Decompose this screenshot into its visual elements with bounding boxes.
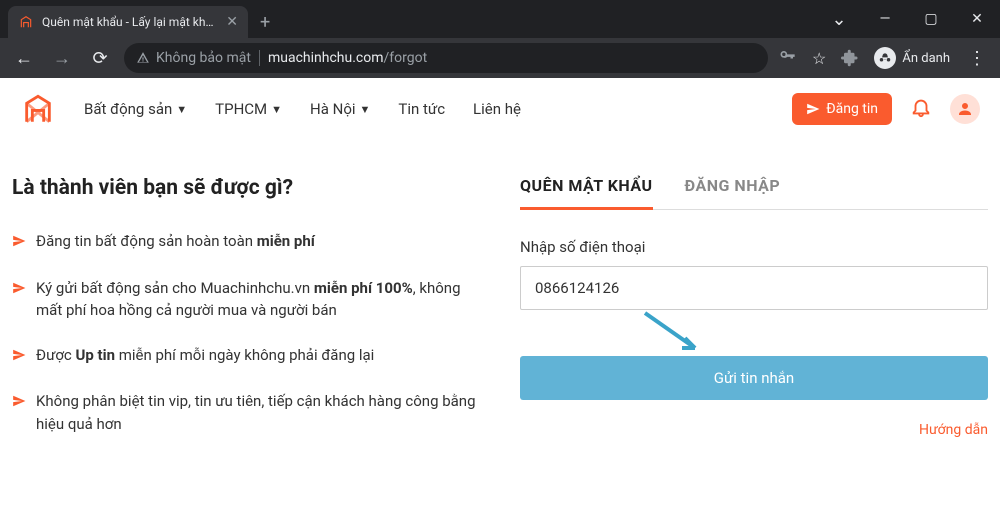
benefit-item: Ký gửi bất động sản cho Muachinhchu.vn m…	[12, 277, 480, 322]
benefits-heading: Là thành viên bạn sẽ được gì?	[12, 176, 480, 200]
omnibox-divider	[259, 50, 260, 66]
paper-plane-icon	[12, 279, 26, 322]
security-label: Không bảo mật	[156, 50, 251, 66]
url-host: muachinhchu.com	[268, 50, 384, 66]
tab-forgot-password[interactable]: QUÊN MẬT KHẨU	[520, 176, 653, 210]
warning-icon	[136, 51, 150, 65]
auth-tabs: QUÊN MẬT KHẨU ĐĂNG NHẬP	[520, 176, 988, 210]
browser-address-bar: ← → ⟳ Không bảo mật muachinhchu.com/forg…	[0, 38, 1000, 78]
tab-login[interactable]: ĐĂNG NHẬP	[685, 176, 781, 209]
extensions-icon[interactable]	[840, 48, 860, 68]
tab-title: Quên mật khẩu - Lấy lại mật khẩu	[42, 15, 218, 29]
page-viewport: Bất động sản▼ TPHCM▼ Hà Nội▼ Tin tức Liê…	[0, 78, 1000, 520]
security-indicator: Không bảo mật	[136, 50, 251, 66]
user-avatar[interactable]	[950, 94, 980, 124]
nav-item-tphcm[interactable]: TPHCM▼	[215, 100, 282, 118]
paper-plane-icon	[12, 392, 26, 435]
paper-plane-icon	[12, 346, 26, 369]
benefit-item: Không phân biệt tin vip, tin ưu tiên, ti…	[12, 390, 480, 435]
nav-forward-button[interactable]: →	[48, 44, 76, 72]
benefits-panel: Là thành viên bạn sẽ được gì? Đăng tin b…	[12, 176, 480, 457]
browser-titlebar: Quên mật khẩu - Lấy lại mật khẩu ✕ + ⌄ —…	[0, 0, 1000, 38]
benefits-list: Đăng tin bất động sản hoàn toàn miễn phí…	[12, 230, 480, 435]
new-tab-button[interactable]: +	[248, 6, 282, 38]
nav-item-tin-tuc[interactable]: Tin tức	[398, 100, 445, 118]
guide-link[interactable]: Hướng dẫn	[520, 422, 988, 438]
phone-input[interactable]	[520, 266, 988, 310]
chevron-down-icon: ▼	[360, 103, 371, 116]
tab-close-icon[interactable]: ✕	[226, 14, 238, 30]
send-message-button[interactable]: Gửi tin nhắn	[520, 356, 988, 400]
url-display: muachinhchu.com/forgot	[268, 50, 427, 66]
incognito-icon	[874, 47, 896, 69]
main-content: Là thành viên bạn sẽ được gì? Đăng tin b…	[0, 140, 1000, 477]
window-controls: ⌄ — ▢ ✕	[816, 0, 1000, 38]
nav-reload-button[interactable]: ⟳	[86, 44, 114, 72]
browser-tab[interactable]: Quên mật khẩu - Lấy lại mật khẩu ✕	[8, 6, 248, 38]
arrow-annotation	[520, 310, 988, 348]
address-omnibox[interactable]: Không bảo mật muachinhchu.com/forgot	[124, 43, 768, 73]
window-maximize-button[interactable]: ▢	[908, 0, 954, 38]
nav-item-lien-he[interactable]: Liên hệ	[473, 100, 521, 118]
window-minimize-button[interactable]: —	[862, 0, 908, 38]
nav-item-ha-noi[interactable]: Hà Nội▼	[310, 100, 370, 118]
browser-menu-button[interactable]: ⋮	[964, 48, 990, 69]
key-icon[interactable]	[778, 46, 798, 70]
paper-plane-icon	[806, 102, 820, 116]
url-path: /forgot	[384, 50, 428, 66]
address-bar-icons: ☆ Ẩn danh ⋮	[778, 46, 990, 70]
benefit-item: Được Up tin miễn phí mỗi ngày không phải…	[12, 344, 480, 369]
window-dropdown-button[interactable]: ⌄	[816, 0, 862, 38]
paper-plane-icon	[12, 232, 26, 255]
incognito-indicator[interactable]: Ẩn danh	[874, 47, 950, 69]
chevron-down-icon: ▼	[176, 103, 187, 116]
phone-label: Nhập số điện thoại	[520, 238, 988, 256]
nav-item-bat-dong-san[interactable]: Bất động sản▼	[84, 100, 187, 118]
tab-strip: Quên mật khẩu - Lấy lại mật khẩu ✕ +	[0, 0, 816, 38]
post-listing-button[interactable]: Đăng tin	[792, 93, 892, 125]
auth-panel: QUÊN MẬT KHẨU ĐĂNG NHẬP Nhập số điện tho…	[520, 176, 988, 457]
window-close-button[interactable]: ✕	[954, 0, 1000, 38]
notifications-bell-icon[interactable]	[910, 96, 932, 123]
chevron-down-icon: ▼	[271, 103, 282, 116]
site-header: Bất động sản▼ TPHCM▼ Hà Nội▼ Tin tức Liê…	[0, 78, 1000, 140]
bookmark-star-icon[interactable]: ☆	[812, 49, 826, 68]
tab-favicon	[18, 14, 34, 30]
site-logo[interactable]	[20, 91, 56, 127]
nav-back-button[interactable]: ←	[10, 44, 38, 72]
benefit-item: Đăng tin bất động sản hoàn toàn miễn phí	[12, 230, 480, 255]
incognito-label: Ẩn danh	[902, 51, 950, 66]
pointer-arrow-icon	[640, 308, 710, 358]
site-nav: Bất động sản▼ TPHCM▼ Hà Nội▼ Tin tức Liê…	[84, 100, 521, 118]
